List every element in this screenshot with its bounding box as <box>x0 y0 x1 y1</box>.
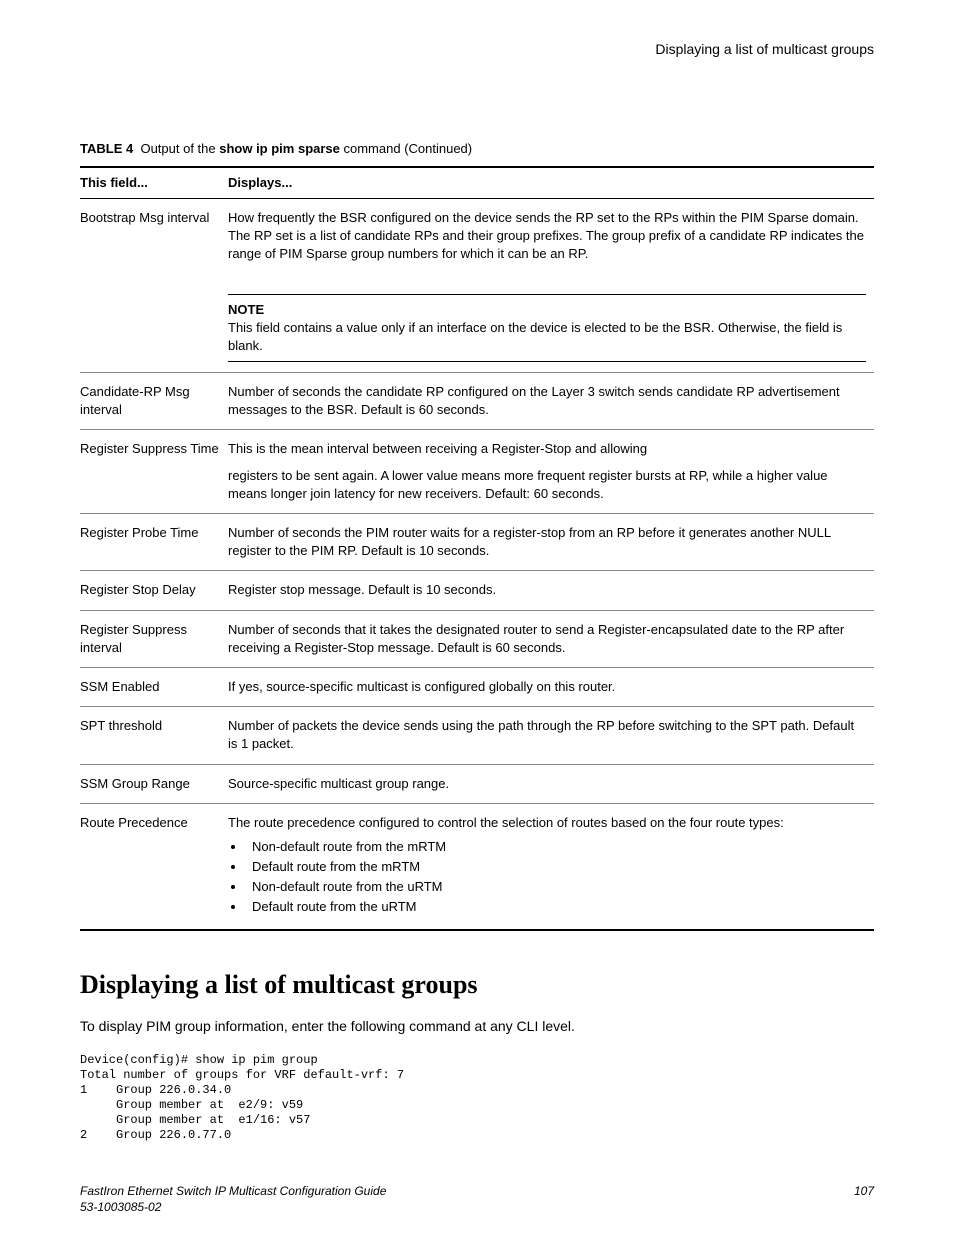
list-item: Non-default route from the mRTM <box>246 838 866 856</box>
note-title: NOTE <box>228 301 866 319</box>
field-name: Register Suppress Time <box>80 430 228 514</box>
desc-text: The route precedence configured to contr… <box>228 815 784 830</box>
note-body: This field contains a value only if an i… <box>228 319 866 355</box>
field-desc: Source-specific multicast group range. <box>228 764 874 803</box>
field-name: Candidate-RP Msg interval <box>80 373 228 430</box>
field-name: Register Probe Time <box>80 514 228 571</box>
field-name: Bootstrap Msg interval <box>80 198 228 372</box>
route-list: Non-default route from the mRTM Default … <box>246 838 866 917</box>
col-header-field: This field... <box>80 167 228 199</box>
list-item: Non-default route from the uRTM <box>246 878 866 896</box>
field-desc: How frequently the BSR configured on the… <box>228 198 874 372</box>
list-item: Default route from the uRTM <box>246 898 866 916</box>
output-table: This field... Displays... Bootstrap Msg … <box>80 166 874 931</box>
col-header-displays: Displays... <box>228 167 874 199</box>
field-name: Register Suppress interval <box>80 610 228 667</box>
footer-left: FastIron Ethernet Switch IP Multicast Co… <box>80 1183 386 1217</box>
field-desc: Number of seconds the PIM router waits f… <box>228 514 874 571</box>
desc-line2: registers to be sent again. A lower valu… <box>228 467 866 503</box>
page-footer: FastIron Ethernet Switch IP Multicast Co… <box>80 1183 874 1217</box>
field-desc: Number of seconds that it takes the desi… <box>228 610 874 667</box>
list-item: Default route from the mRTM <box>246 858 866 876</box>
footer-doc-number: 53-1003085-02 <box>80 1199 386 1216</box>
footer-guide-title: FastIron Ethernet Switch IP Multicast Co… <box>80 1183 386 1200</box>
table-row: Register Suppress interval Number of sec… <box>80 610 874 667</box>
field-name: SSM Enabled <box>80 667 228 706</box>
table-row: Register Stop Delay Register stop messag… <box>80 571 874 610</box>
table-row: SSM Enabled If yes, source-specific mult… <box>80 667 874 706</box>
field-name: SPT threshold <box>80 707 228 764</box>
table-row: Candidate-RP Msg interval Number of seco… <box>80 373 874 430</box>
table-number: TABLE 4 <box>80 141 133 156</box>
field-name: SSM Group Range <box>80 764 228 803</box>
field-desc: Register stop message. Default is 10 sec… <box>228 571 874 610</box>
caption-command: show ip pim sparse <box>219 141 340 156</box>
section-intro: To display PIM group information, enter … <box>80 1017 874 1037</box>
desc-line1: This is the mean interval between receiv… <box>228 440 866 458</box>
note-block: NOTE This field contains a value only if… <box>228 294 866 363</box>
caption-mid: Output of the <box>140 141 219 156</box>
page-header-title: Displaying a list of multicast groups <box>80 40 874 60</box>
field-desc: Number of packets the device sends using… <box>228 707 874 764</box>
page-number: 107 <box>854 1183 874 1217</box>
cli-output: Device(config)# show ip pim group Total … <box>80 1053 874 1143</box>
caption-suffix: command (Continued) <box>340 141 472 156</box>
desc-text: How frequently the BSR configured on the… <box>228 210 864 261</box>
field-desc: Number of seconds the candidate RP confi… <box>228 373 874 430</box>
field-name: Register Stop Delay <box>80 571 228 610</box>
field-desc: The route precedence configured to contr… <box>228 803 874 929</box>
field-desc: This is the mean interval between receiv… <box>228 430 874 514</box>
field-desc: If yes, source-specific multicast is con… <box>228 667 874 706</box>
table-row: Register Suppress Time This is the mean … <box>80 430 874 514</box>
table-row: SPT threshold Number of packets the devi… <box>80 707 874 764</box>
table-row: Route Precedence The route precedence co… <box>80 803 874 929</box>
field-name: Route Precedence <box>80 803 228 929</box>
table-row: Bootstrap Msg interval How frequently th… <box>80 198 874 372</box>
table-row: Register Probe Time Number of seconds th… <box>80 514 874 571</box>
section-heading: Displaying a list of multicast groups <box>80 967 874 1003</box>
table-row: SSM Group Range Source-specific multicas… <box>80 764 874 803</box>
table-caption: TABLE 4 Output of the show ip pim sparse… <box>80 140 874 158</box>
